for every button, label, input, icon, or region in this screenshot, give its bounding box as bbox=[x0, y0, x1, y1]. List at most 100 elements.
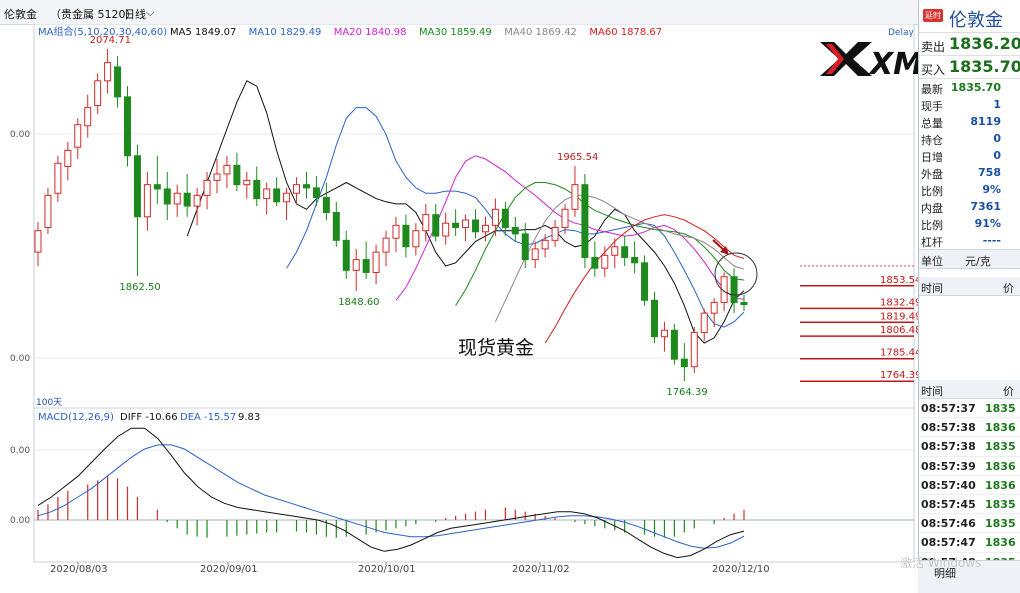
candle-body bbox=[641, 262, 649, 301]
unit-value: 元/克 bbox=[965, 255, 991, 268]
sell-price: 1836.20 bbox=[949, 34, 1020, 53]
candle-body bbox=[143, 184, 151, 218]
candle-body bbox=[481, 224, 489, 233]
macd-value: 9.83 bbox=[238, 412, 260, 423]
candle-body bbox=[432, 214, 440, 237]
ticks-header: 时间 价 bbox=[919, 277, 1020, 296]
tick-time: 08:57:38 bbox=[921, 440, 976, 454]
xm-logo-text: XM bbox=[868, 47, 918, 82]
candle-body bbox=[233, 164, 241, 186]
candle-body bbox=[651, 299, 659, 338]
unit-label: 单位 bbox=[921, 255, 943, 268]
candle-body bbox=[511, 226, 519, 235]
tick-row: 08:57:38 1836 bbox=[919, 418, 1020, 438]
stat-value: ---- bbox=[982, 234, 1001, 247]
candle-body bbox=[690, 331, 698, 368]
stat-label: 日增 bbox=[921, 151, 943, 164]
candle-body bbox=[601, 254, 609, 269]
y-tick-label: 0.00 bbox=[10, 354, 30, 364]
period-dropdown[interactable]: 日线 bbox=[124, 6, 146, 22]
ticks-list[interactable]: 08:57:37 1835 08:57:38 1836 08:57:38 1835 08:5… bbox=[919, 399, 1020, 572]
candle-body bbox=[263, 188, 271, 200]
candle-body bbox=[312, 187, 320, 199]
stat-label: 比例 bbox=[921, 185, 943, 198]
tick-row: 08:57:40 1836 bbox=[919, 476, 1020, 495]
candle-body bbox=[84, 107, 92, 127]
stat-value: 91% bbox=[974, 217, 1001, 230]
candle-body bbox=[293, 184, 301, 194]
candle-body bbox=[104, 62, 112, 82]
tick-time: 08:57:46 bbox=[921, 517, 976, 531]
tick-time: 08:57:38 bbox=[921, 421, 976, 435]
candle-body bbox=[163, 188, 171, 205]
stat-label: 内盘 bbox=[921, 202, 943, 215]
tick-price: 1836 bbox=[985, 421, 1016, 435]
candle-body bbox=[521, 233, 529, 261]
tick-time: 08:57:39 bbox=[921, 459, 976, 473]
candle-body bbox=[551, 226, 559, 241]
tick-row: 08:57:38 1835 bbox=[919, 437, 1020, 457]
chevron-down-icon[interactable]: ⌵ bbox=[146, 6, 154, 20]
ma-value: MA60 1878.67 bbox=[589, 27, 662, 38]
candle-body bbox=[382, 237, 390, 253]
price-annotation: 1862.50 bbox=[119, 282, 160, 293]
ma-value: MA10 1829.49 bbox=[249, 27, 322, 38]
stat-value: 7361 bbox=[970, 200, 1001, 213]
stat-row: 现手 1 bbox=[919, 96, 1020, 113]
stat-label: 外盘 bbox=[921, 168, 943, 181]
candle-body bbox=[133, 155, 141, 218]
x-axis-ticks: 2020/08/03 2020/09/01 2020/10/01 2020/11/02… bbox=[50, 564, 770, 575]
level-label: 1764.39 bbox=[880, 370, 918, 381]
price-annotation: 1965.54 bbox=[557, 152, 598, 163]
candle-body bbox=[531, 248, 539, 261]
xm-logo: XM bbox=[816, 36, 923, 82]
stat-row: 杠杆 ---- bbox=[919, 232, 1020, 249]
candle-body bbox=[561, 208, 569, 228]
stat-row: 比例 91% bbox=[919, 215, 1020, 232]
stat-value: 758 bbox=[978, 166, 1001, 179]
stat-row: 内盘 7361 bbox=[919, 198, 1020, 215]
macd-diff: DIFF -10.66 bbox=[120, 412, 178, 423]
ma-value: MA40 1869.42 bbox=[504, 27, 577, 38]
candle-body bbox=[422, 214, 430, 232]
buy-quote: 买入 1835.70 bbox=[919, 56, 1020, 79]
unit-row: 单位 元/克 bbox=[919, 249, 1020, 269]
candle-body bbox=[710, 301, 718, 314]
level-label: 1819.49 bbox=[880, 311, 918, 322]
candle-body bbox=[302, 184, 310, 189]
sell-quote: 卖出 1836.20 bbox=[919, 33, 1020, 56]
candle-body bbox=[670, 329, 678, 360]
time-header: 时间 bbox=[921, 385, 943, 398]
kline-chart[interactable]: MA组合(5,10,20,30,40,60) MA5 1849.07 MA10 1… bbox=[0, 23, 923, 576]
price-header: 价 bbox=[1003, 282, 1014, 295]
tick-price: 1836 bbox=[985, 478, 1016, 492]
stat-value: 8119 bbox=[970, 115, 1001, 128]
candle-body bbox=[253, 179, 261, 200]
level-label: 1832.49 bbox=[880, 297, 918, 308]
ma-value: MA5 1849.07 bbox=[170, 27, 236, 38]
x-tick-label: 2020/10/01 bbox=[358, 564, 416, 575]
candle-body bbox=[342, 239, 350, 271]
tick-time: 08:57:40 bbox=[921, 478, 976, 492]
candle-body bbox=[372, 251, 380, 273]
candle-body bbox=[94, 80, 102, 106]
level-label: 1785.44 bbox=[880, 348, 918, 359]
stat-value: 0 bbox=[993, 149, 1001, 162]
candle-body bbox=[193, 194, 201, 207]
instrument-name: 伦敦金 bbox=[4, 8, 37, 21]
tick-price: 1835 bbox=[985, 497, 1016, 511]
sell-label: 卖出 bbox=[921, 40, 946, 54]
quote-header: 延时 伦敦金 bbox=[919, 0, 1020, 33]
buy-label: 买入 bbox=[921, 63, 946, 77]
candle-body bbox=[173, 192, 181, 205]
candle-body bbox=[700, 312, 708, 333]
stat-row: 日增 0 bbox=[919, 147, 1020, 164]
candle-body bbox=[452, 222, 460, 228]
buy-price: 1835.70 bbox=[949, 57, 1020, 76]
candle-body bbox=[740, 301, 748, 306]
windows-watermark: 激活 Windows bbox=[900, 556, 982, 570]
candle-body bbox=[631, 256, 639, 264]
candle-body bbox=[501, 208, 509, 228]
level-label: 1853.54 bbox=[880, 275, 918, 286]
candle-body bbox=[442, 222, 450, 237]
